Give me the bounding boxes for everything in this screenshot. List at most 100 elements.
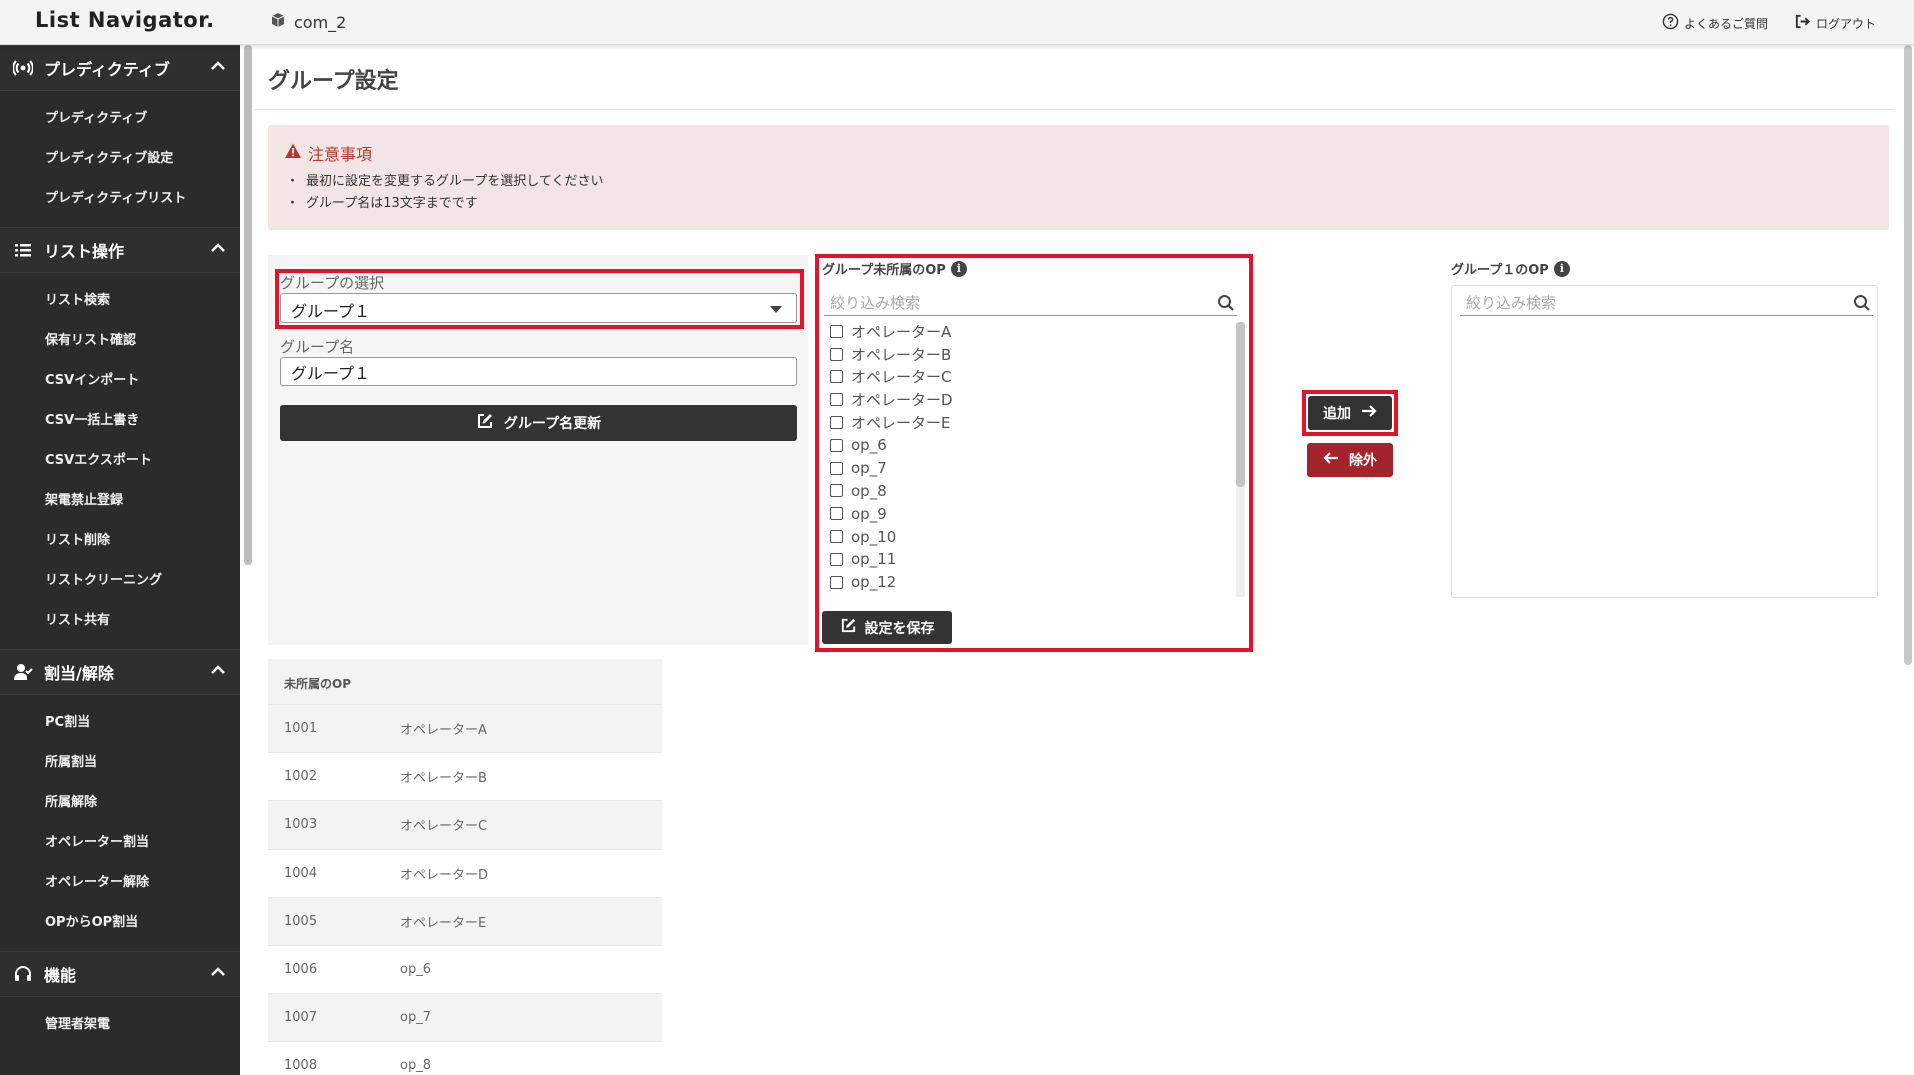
checkbox[interactable] (830, 324, 843, 338)
group-name-label: グループ名 (280, 338, 355, 356)
sidebar-section-features[interactable]: 機能 (0, 951, 240, 997)
list-item[interactable]: op_9 (824, 502, 1247, 525)
sidebar-item-predictive-list[interactable]: プレディクティブリスト (0, 179, 240, 219)
list-item[interactable]: オペレーターB (824, 343, 1247, 366)
list-item[interactable]: op_8 (824, 480, 1247, 503)
table-row: 1002 オペレーターB (268, 752, 662, 800)
faq-link[interactable]: よくあるご質問 (1662, 13, 1768, 33)
logout-link[interactable]: ログアウト (1794, 13, 1876, 33)
list-item[interactable]: op_7 (824, 457, 1247, 480)
notice-panel: 注意事項 ・最初に設定を変更するグループを選択してください ・グループ名は13文… (268, 125, 1889, 230)
info-icon[interactable]: i (1553, 260, 1570, 277)
chevron-up-icon[interactable] (210, 964, 226, 984)
group-select[interactable]: グループ１ (280, 293, 797, 323)
add-button[interactable]: 追加 (1308, 396, 1392, 430)
unassigned-op-list: オペレーターA オペレーターB オペレーターC オペレーターD オペレーターE … (824, 320, 1247, 598)
checkbox[interactable] (830, 438, 843, 452)
list-scrollbar-thumb[interactable] (1236, 322, 1245, 487)
sidebar-section-items: PC割当 所属割当 所属解除 オペレーター割当 オペレーター解除 OPからOP割… (0, 695, 240, 951)
search-icon (1854, 295, 1870, 311)
info-icon[interactable]: i (950, 260, 967, 277)
page-scrollbar[interactable] (1904, 45, 1912, 665)
op-name: オペレーターB (851, 345, 952, 364)
table-row: 1003 オペレーターC (268, 800, 662, 849)
sidebar-item-affiliation-release[interactable]: 所属解除 (0, 783, 240, 823)
edit-icon (840, 617, 857, 638)
checkbox[interactable] (830, 370, 843, 384)
sidebar-item-op-to-op[interactable]: OPからOP割当 (0, 903, 240, 943)
unassigned-search-placeholder: 絞り込み検索 (830, 294, 921, 312)
save-settings-button[interactable]: 設定を保存 (822, 611, 952, 644)
sidebar-section-items: プレディクティブ プレディクティブ設定 プレディクティブリスト (0, 91, 240, 227)
op-name: op_6 (400, 962, 431, 978)
sidebar-item-csv-import[interactable]: CSVインポート (0, 361, 240, 401)
unassigned-search-input[interactable]: 絞り込み検索 (824, 290, 1237, 316)
sidebar-item-csv-overwrite[interactable]: CSV一括上書き (0, 401, 240, 441)
sidebar-scrollbar[interactable] (244, 45, 252, 565)
op-name: op_8 (400, 1058, 431, 1074)
checkbox[interactable] (830, 530, 843, 544)
table-row: 1005 オペレーターE (268, 896, 662, 945)
checkbox[interactable] (830, 393, 843, 407)
sidebar-item-owned-list[interactable]: 保有リスト確認 (0, 321, 240, 361)
list-item[interactable]: op_6 (824, 434, 1247, 457)
chevron-up-icon[interactable] (210, 662, 226, 682)
sidebar-item-admin-call[interactable]: 管理者架電 (0, 1005, 240, 1045)
op-name: オペレーターA (400, 723, 487, 739)
list-item[interactable]: op_10 (824, 525, 1247, 548)
table-body: 1001 オペレーターA 1002 オペレーターB 1003 オペレーターC 1004… (268, 704, 662, 1075)
list-item[interactable]: オペレーターC (824, 366, 1247, 389)
list-item[interactable]: op_12 (824, 571, 1247, 594)
rename-group-button[interactable]: グループ名更新 (280, 405, 797, 441)
table-header: 未所属のOP (268, 659, 662, 704)
sidebar-item-affiliation-assign[interactable]: 所属割当 (0, 743, 240, 783)
op-name: op_8 (851, 481, 887, 500)
op-id: 1003 (284, 817, 318, 833)
list-item[interactable]: オペレーターD (824, 388, 1247, 411)
checkbox[interactable] (830, 575, 843, 589)
sidebar-section-predictive[interactable]: プレディクティブ (0, 45, 240, 91)
rename-group-label: グループ名更新 (503, 416, 602, 432)
checkbox[interactable] (830, 347, 843, 361)
checkbox[interactable] (830, 484, 843, 498)
group-op-search-input[interactable]: 絞り込み検索 (1460, 290, 1873, 316)
group-name-input[interactable] (280, 357, 797, 386)
arrow-left-icon (1323, 450, 1339, 470)
remove-button[interactable]: 除外 (1307, 443, 1393, 477)
page-title: グループ設定 (268, 69, 399, 94)
sidebar-item-predictive-settings[interactable]: プレディクティブ設定 (0, 139, 240, 179)
sidebar-item-call-ban[interactable]: 架電禁止登録 (0, 481, 240, 521)
logout-icon (1794, 13, 1811, 33)
sidebar-item-list-share[interactable]: リスト共有 (0, 601, 240, 641)
sidebar-item-operator-assign[interactable]: オペレーター割当 (0, 823, 240, 863)
sidebar-item-pc-assign[interactable]: PC割当 (0, 703, 240, 743)
list-item[interactable]: オペレーターA (824, 320, 1247, 343)
sidebar-section-assign[interactable]: 割当/解除 (0, 649, 240, 695)
group-op-search-placeholder: 絞り込み検索 (1466, 294, 1557, 312)
sidebar-section-list-ops[interactable]: リスト操作 (0, 227, 240, 273)
table-row: 1007 op_7 (268, 993, 662, 1042)
checkbox[interactable] (830, 461, 843, 475)
list-item[interactable]: op_11 (824, 548, 1247, 571)
list-item[interactable]: オペレーターE (824, 411, 1247, 434)
chevron-up-icon[interactable] (210, 240, 226, 260)
headset-icon (12, 963, 34, 985)
chevron-up-icon[interactable] (210, 58, 226, 78)
sidebar-item-operator-release[interactable]: オペレーター解除 (0, 863, 240, 903)
op-name: op_9 (851, 504, 887, 523)
notice-line-text: グループ名は13文字までです (306, 196, 478, 211)
checkbox[interactable] (830, 552, 843, 566)
app-logo[interactable]: List Navigator. (35, 8, 215, 32)
sidebar-item-list-search[interactable]: リスト検索 (0, 281, 240, 321)
op-id: 1008 (284, 1058, 318, 1074)
sidebar-section-label: プレディクティブ (44, 60, 170, 79)
sidebar-item-list-cleaning[interactable]: リストクリーニング (0, 561, 240, 601)
op-name: オペレーターC (851, 368, 952, 387)
checkbox[interactable] (830, 507, 843, 521)
checkbox[interactable] (830, 416, 843, 430)
sidebar-item-csv-export[interactable]: CSVエクスポート (0, 441, 240, 481)
company-indicator: com_2 (270, 12, 346, 32)
sidebar-item-predictive[interactable]: プレディクティブ (0, 99, 240, 139)
sidebar-item-list-delete[interactable]: リスト削除 (0, 521, 240, 561)
op-id: 1006 (284, 962, 318, 978)
